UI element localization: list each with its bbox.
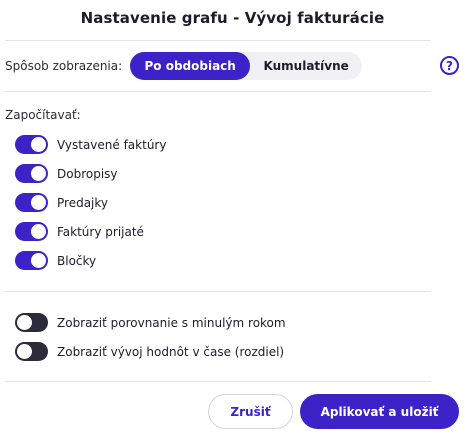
divider bbox=[5, 40, 431, 41]
toggle-knob bbox=[31, 166, 46, 181]
help-icon[interactable]: ? bbox=[440, 56, 459, 75]
toggle-sales-receipts[interactable] bbox=[15, 193, 48, 212]
toggle-received-invoices[interactable] bbox=[15, 222, 48, 241]
extra-toggle-list: Zobraziť porovnanie s minulým rokom Zobr… bbox=[15, 313, 286, 371]
toggle-knob bbox=[17, 315, 32, 330]
toggle-row-sales-receipts: Predajky bbox=[15, 193, 166, 212]
include-label: Započítavať: bbox=[5, 108, 81, 122]
toggle-knob bbox=[31, 224, 46, 239]
view-mode-row: Spôsob zobrazenia: Po obdobiach Kumulatí… bbox=[5, 52, 363, 80]
toggle-label: Bločky bbox=[57, 253, 97, 268]
view-mode-label: Spôsob zobrazenia: bbox=[5, 59, 123, 73]
toggle-credit-notes[interactable] bbox=[15, 164, 48, 183]
chart-settings-dialog: Nastavenie grafu - Vývoj fakturácie Spôs… bbox=[0, 0, 465, 434]
toggle-knob bbox=[17, 344, 32, 359]
toggle-row-received-invoices: Faktúry prijaté bbox=[15, 222, 166, 241]
divider bbox=[5, 91, 431, 92]
divider bbox=[5, 291, 431, 292]
view-mode-segmented-control: Po obdobiach Kumulatívne bbox=[130, 52, 363, 80]
toggle-issued-invoices[interactable] bbox=[15, 135, 48, 154]
toggle-receipts[interactable] bbox=[15, 251, 48, 270]
toggle-row-value-change-over-time: Zobraziť vývoj hodnôt v čase (rozdiel) bbox=[15, 342, 286, 361]
toggle-label: Zobraziť porovnanie s minulým rokom bbox=[57, 315, 286, 330]
cancel-button[interactable]: Zrušiť bbox=[208, 394, 293, 429]
view-option-by-period[interactable]: Po obdobiach bbox=[130, 52, 251, 80]
toggle-label: Faktúry prijaté bbox=[57, 224, 144, 239]
toggle-knob bbox=[31, 137, 46, 152]
toggle-knob bbox=[31, 253, 46, 268]
toggle-label: Dobropisy bbox=[57, 166, 118, 181]
include-toggle-list: Vystavené faktúry Dobropisy Predajky Fak… bbox=[15, 135, 166, 280]
toggle-row-credit-notes: Dobropisy bbox=[15, 164, 166, 183]
toggle-label: Vystavené faktúry bbox=[57, 137, 167, 152]
divider bbox=[5, 381, 431, 382]
toggle-label: Zobraziť vývoj hodnôt v čase (rozdiel) bbox=[57, 344, 285, 359]
toggle-label: Predajky bbox=[57, 195, 109, 210]
toggle-row-receipts: Bločky bbox=[15, 251, 166, 270]
toggle-row-issued-invoices: Vystavené faktúry bbox=[15, 135, 166, 154]
toggle-row-compare-last-year: Zobraziť porovnanie s minulým rokom bbox=[15, 313, 286, 332]
toggle-value-change-over-time[interactable] bbox=[15, 342, 48, 361]
apply-and-save-button[interactable]: Aplikovať a uložiť bbox=[300, 394, 459, 429]
dialog-title: Nastavenie grafu - Vývoj fakturácie bbox=[80, 9, 385, 27]
view-option-cumulative[interactable]: Kumulatívne bbox=[250, 52, 362, 80]
toggle-compare-last-year[interactable] bbox=[15, 313, 48, 332]
toggle-knob bbox=[31, 195, 46, 210]
